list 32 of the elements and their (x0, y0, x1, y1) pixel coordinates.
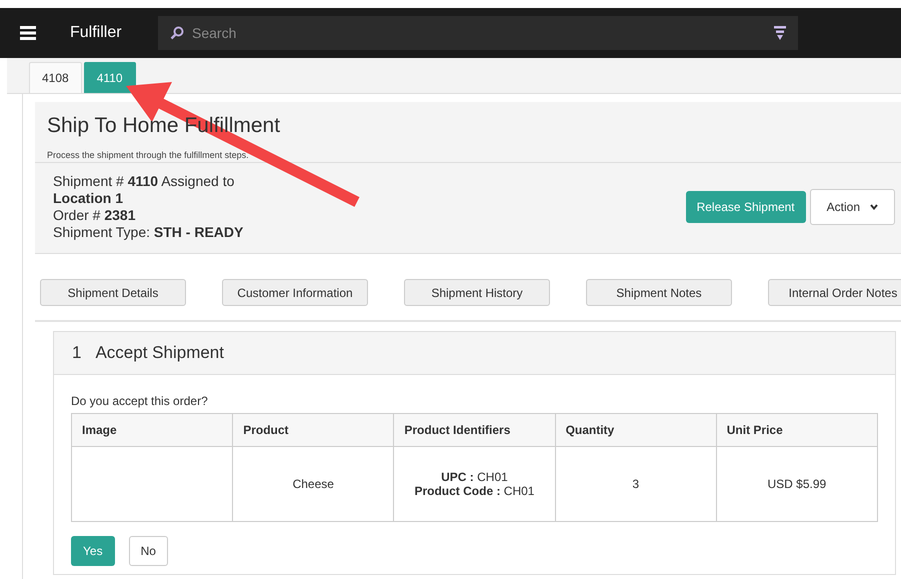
shipment-type: Shipment Type: STH - READY (53, 224, 244, 241)
order-number: Order # 2381 (53, 207, 137, 224)
table-cell: UPC : CH01 Product Code : CH01 (394, 446, 556, 522)
table-cell: Cheese (232, 446, 394, 522)
shipment-location: Location 1 (53, 190, 124, 207)
app-title: Fulfiller (70, 24, 123, 42)
step-number: 1 (72, 343, 82, 363)
section-button[interactable]: Shipment History (404, 279, 550, 306)
column-header: Product (232, 414, 394, 446)
table-cell: 3 (555, 446, 716, 522)
section-button[interactable]: Internal Order Notes (768, 279, 901, 306)
question-text: Do you accept this order? (71, 394, 209, 408)
column-header: Image (72, 414, 233, 446)
column-header: Product Identifiers (394, 414, 556, 446)
table-cell: USD $5.99 (716, 446, 878, 522)
column-header: Quantity (555, 414, 716, 446)
action-dropdown[interactable]: Action (810, 189, 895, 225)
no-button[interactable]: No (128, 536, 168, 566)
column-header: Unit Price (716, 414, 878, 446)
search-field[interactable]: Search (158, 16, 798, 50)
shipment-info: Shipment # 4110 Assigned to (53, 173, 236, 190)
section-button[interactable]: Customer Information (222, 279, 368, 306)
tab[interactable]: 4108 (29, 62, 82, 93)
page-subtitle: Process the shipment through the fulfillment steps. (47, 150, 249, 160)
filter-icon[interactable] (774, 26, 786, 40)
section-button[interactable]: Shipment Notes (586, 279, 732, 306)
section-button[interactable]: Shipment Details (40, 279, 186, 306)
menu-icon[interactable] (20, 26, 36, 40)
search-field[interactable]: Search (190, 24, 768, 42)
step-title: Accept Shipment (95, 343, 224, 363)
chevron-down-icon (870, 204, 878, 210)
search-icon (170, 26, 184, 40)
